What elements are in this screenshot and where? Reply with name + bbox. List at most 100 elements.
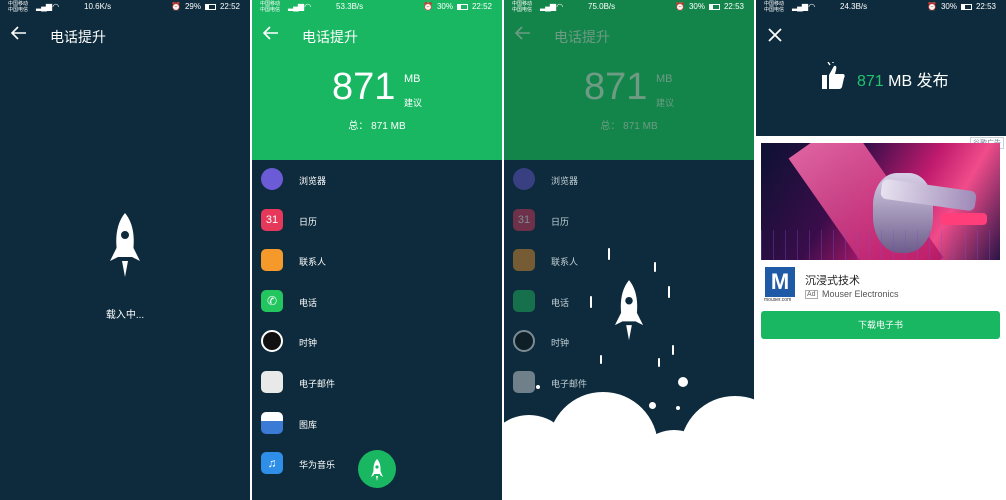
app-label: 日历 <box>299 216 318 227</box>
page-title: 电话提升 <box>302 29 358 45</box>
status-bar: 中国移动 中国电信 ▂▄▆ ◠ 75.0B/s ⏰ 30% 22:53 <box>504 0 754 14</box>
phone-icon: ✆ <box>261 289 283 312</box>
list-item: 电子邮件 <box>504 363 754 404</box>
released-label: MB 发布 <box>883 73 949 90</box>
list-item[interactable]: ✆ 电话 <box>252 282 502 323</box>
clock-icon <box>513 330 535 353</box>
network-speed: 24.3B/s <box>840 2 868 11</box>
app-label: 浏览器 <box>299 176 327 186</box>
battery-icon <box>456 3 468 10</box>
screen-boosting: 中国移动 中国电信 ▂▄▆ ◠ 75.0B/s ⏰ 30% 22:53 电话提升 87… <box>504 0 754 500</box>
list-item: 联系人 <box>504 241 754 282</box>
gallery-icon <box>261 411 283 434</box>
list-item[interactable]: 图库 <box>252 404 502 445</box>
signal-icon: ▂▄▆ ◠ <box>36 2 59 11</box>
list-item[interactable]: 31 日历 <box>252 201 502 242</box>
list-item[interactable]: 电子邮件 <box>252 363 502 404</box>
signal-icon: ▂▄▆ ◠ <box>540 2 563 11</box>
app-label: 电子邮件 <box>299 378 336 389</box>
browser-icon <box>261 168 283 190</box>
speed-streak <box>608 248 610 260</box>
battery-icon <box>708 3 720 10</box>
network-speed: 53.3B/s <box>336 2 364 11</box>
clock-time: 22:52 <box>219 2 240 11</box>
app-label: 电话 <box>299 297 318 308</box>
app-label: 联系人 <box>299 257 327 268</box>
clock-time: 22:53 <box>723 2 744 11</box>
smoke-dot <box>676 406 680 410</box>
released-text: 871 MB 发布 <box>857 67 949 91</box>
battery-icon <box>960 3 972 10</box>
app-label: 华为音乐 <box>299 460 336 471</box>
back-arrow-icon[interactable] <box>10 24 28 42</box>
smoke-dot <box>536 385 540 389</box>
network-speed: 10.6K/s <box>84 2 112 11</box>
advertiser-logo[interactable]: M <box>765 267 795 297</box>
alarm-icon: ⏰ <box>422 2 433 11</box>
clock-icon <box>261 330 283 353</box>
memory-size-unit: MB <box>404 73 421 85</box>
list-item: 31 日历 <box>504 201 754 242</box>
alarm-icon: ⏰ <box>926 2 937 11</box>
screen-loading: 中国移动 中国电信 ▂▄▆ ◠ 10.6K/s ⏰ 29% 22:52 电话提升 载入… <box>0 0 250 500</box>
carrier-2: 中国电信 <box>512 7 533 13</box>
battery-percent: 30% <box>688 2 705 11</box>
speed-streak <box>600 355 602 364</box>
contacts-icon <box>513 249 535 272</box>
total-memory: 总： 871 MB <box>348 121 406 132</box>
memory-size-unit: MB <box>656 73 673 85</box>
carrier-2: 中国电信 <box>764 7 785 13</box>
network-speed: 75.0B/s <box>588 2 616 11</box>
speed-streak <box>658 358 660 367</box>
list-item[interactable]: 时钟 <box>252 322 502 363</box>
speed-streak <box>654 262 656 272</box>
boost-button[interactable] <box>358 450 396 488</box>
app-label: 图库 <box>299 419 318 430</box>
advertiser-logo-caption: mouser.com <box>764 297 792 303</box>
phone-icon <box>513 289 535 312</box>
back-arrow-icon[interactable] <box>514 24 532 42</box>
download-ebook-button[interactable]: 下载电子书 <box>761 311 1000 339</box>
speed-streak <box>668 286 670 298</box>
suggest-label: 建议 <box>404 98 423 108</box>
thumbs-up-icon <box>822 62 845 89</box>
battery-icon <box>204 3 216 10</box>
loading-text: 载入中... <box>105 310 145 321</box>
back-arrow-icon[interactable] <box>262 24 280 42</box>
battery-percent: 30% <box>436 2 453 11</box>
memory-size-value: 871 <box>584 66 648 108</box>
ad-title[interactable]: 沉浸式技术 <box>805 272 860 288</box>
app-list: 浏览器 31 日历 联系人 ✆ 电话 时钟 电子邮件 图库 ♫ 华为音乐 <box>252 160 502 485</box>
smoke-dot <box>678 377 688 387</box>
clock-time: 22:53 <box>975 2 996 11</box>
email-icon <box>513 370 535 393</box>
ad-sponsor: Mouser Electronics <box>822 289 899 299</box>
screen-boost-list: 中国移动 中国电信 ▂▄▆ ◠ 53.3B/s ⏰ 30% 22:52 电话提升 87… <box>252 0 502 500</box>
released-value: 871 <box>857 73 884 90</box>
email-icon <box>261 370 283 393</box>
calendar-icon: 31 <box>261 208 283 231</box>
app-label: 时钟 <box>551 338 570 349</box>
music-icon: ♫ <box>261 452 283 475</box>
carrier-2: 中国电信 <box>8 7 29 13</box>
close-icon[interactable] <box>766 26 784 44</box>
app-label: 时钟 <box>299 338 318 349</box>
app-label: 电话 <box>551 297 570 308</box>
browser-icon <box>513 168 535 190</box>
battery-percent: 30% <box>940 2 957 11</box>
carrier-2: 中国电信 <box>260 7 281 13</box>
smoke-dot <box>649 402 656 409</box>
list-item[interactable]: 浏览器 <box>252 160 502 201</box>
clock-time: 22:52 <box>471 2 492 11</box>
status-bar: 中国移动 中国电信 ▂▄▆ ◠ 53.3B/s ⏰ 30% 22:52 <box>252 0 502 14</box>
signal-icon: ▂▄▆ ◠ <box>288 2 311 11</box>
ad-badge: Ad <box>805 290 818 299</box>
total-memory: 总： 871 MB <box>600 121 658 132</box>
page-title: 电话提升 <box>50 29 106 45</box>
alarm-icon: ⏰ <box>170 2 181 11</box>
list-item[interactable]: 联系人 <box>252 241 502 282</box>
status-bar: 中国移动 中国电信 ▂▄▆ ◠ 24.3B/s ⏰ 30% 22:53 <box>756 0 1006 14</box>
suggest-label: 建议 <box>656 98 675 108</box>
ad-image[interactable] <box>761 143 1000 260</box>
app-label: 浏览器 <box>551 176 579 186</box>
